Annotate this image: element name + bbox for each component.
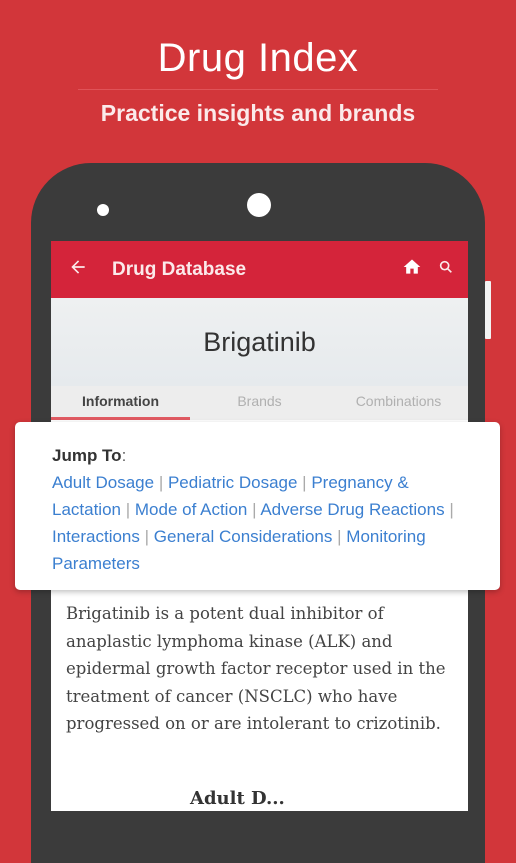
promo-divider: [78, 89, 438, 90]
active-tab-indicator: [51, 417, 190, 420]
phone-side-button: [485, 281, 491, 339]
jump-to-links: Adult Dosage | Pediatric Dosage | Pregna…: [52, 469, 477, 577]
tab-combinations[interactable]: Combinations: [329, 386, 468, 420]
link-separator: |: [125, 500, 131, 519]
jump-link-general-considerations[interactable]: General Considerations: [154, 527, 333, 546]
link-separator: |: [449, 500, 454, 519]
app-bar-title: Drug Database: [112, 258, 247, 280]
drug-name-header: Brigatinib: [51, 298, 468, 386]
jump-link-mode-of-action[interactable]: Mode of Action: [135, 500, 247, 519]
jump-link-adult-dosage[interactable]: Adult Dosage: [52, 473, 154, 492]
link-separator: |: [302, 473, 307, 492]
link-separator: |: [337, 527, 342, 546]
promo-title: Drug Index: [157, 36, 359, 80]
phone-sensor-dot: [97, 204, 109, 216]
drug-description: Brigatinib is a potent dual inhibitor of…: [66, 604, 446, 733]
app-bar: Drug Database: [51, 241, 468, 298]
jump-link-interactions[interactable]: Interactions: [52, 527, 140, 546]
jump-link-adverse-drug-reactions[interactable]: Adverse Drug Reactions: [260, 500, 444, 519]
jump-to-label: Jump To: [52, 446, 122, 465]
tab-information[interactable]: Information: [51, 386, 190, 420]
home-icon[interactable]: [402, 257, 422, 282]
search-icon[interactable]: [438, 259, 456, 280]
jump-link-pediatric-dosage[interactable]: Pediatric Dosage: [168, 473, 297, 492]
jump-to-content: Jump To: Adult Dosage | Pediatric Dosage…: [52, 442, 477, 577]
adult-dosage-heading: Adult D...: [190, 788, 285, 809]
tab-bar: Information Brands Combinations: [51, 386, 468, 420]
link-separator: |: [158, 473, 164, 492]
link-separator: |: [144, 527, 150, 546]
jump-to-colon: :: [121, 446, 127, 465]
promo-subtitle: Practice insights and brands: [100, 100, 416, 126]
tab-brands[interactable]: Brands: [190, 386, 329, 420]
phone-camera-dot: [247, 193, 271, 217]
arrow-left-icon[interactable]: [68, 257, 96, 283]
link-separator: |: [252, 500, 257, 519]
jump-to-card: Jump To: Adult Dosage | Pediatric Dosage…: [15, 422, 500, 590]
